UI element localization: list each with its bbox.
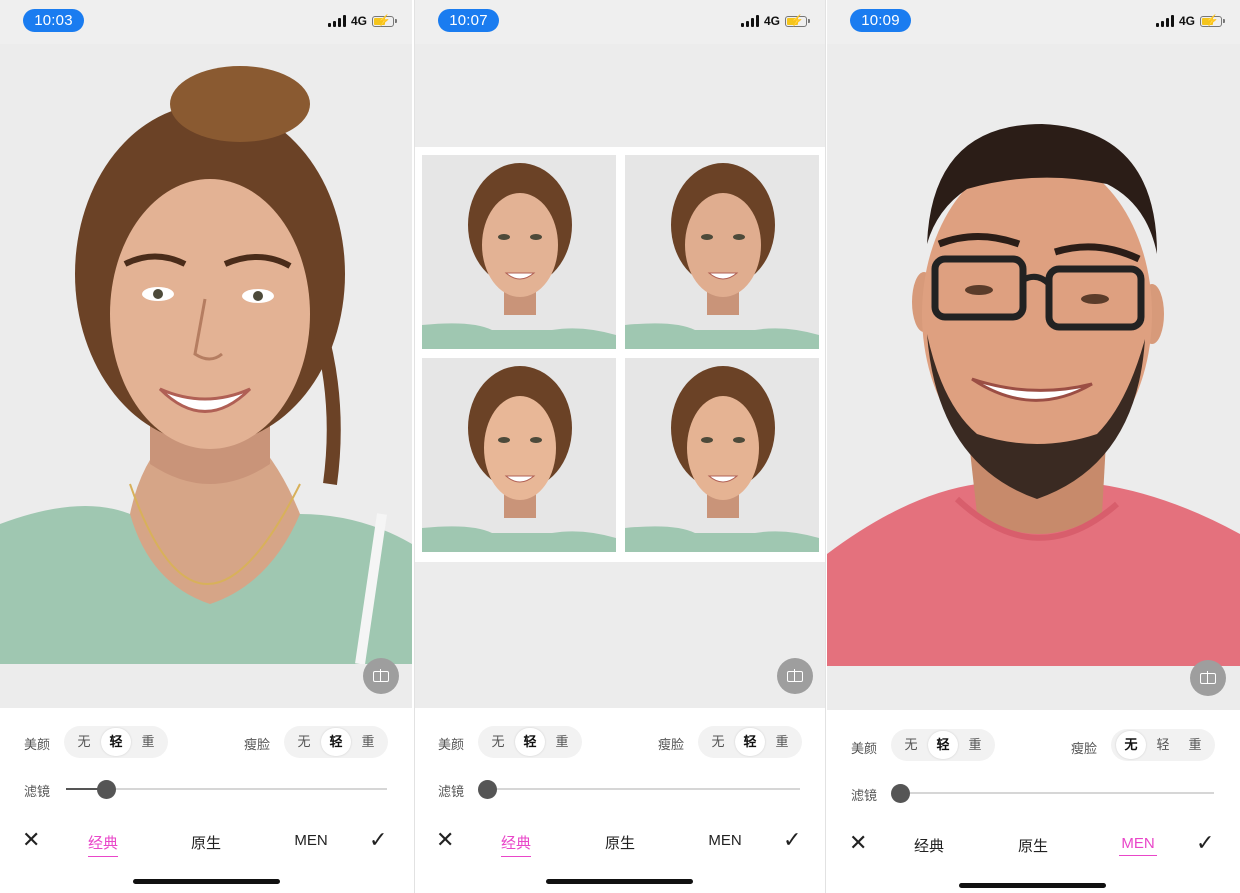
filter-label: 滤镜 (851, 788, 878, 803)
tab-native[interactable]: 原生 (1018, 835, 1048, 856)
beauty-label: 美颜 (851, 741, 878, 756)
slim-option-heavy[interactable]: 重 (353, 728, 383, 756)
filter-slider-thumb[interactable] (478, 780, 497, 799)
close-icon[interactable]: ✕ (849, 832, 867, 854)
battery-charging-icon: ⚡ (785, 15, 810, 27)
slim-option-heavy[interactable]: 重 (1180, 731, 1210, 759)
network-type: 4G (763, 14, 780, 28)
filter-slider-track[interactable] (479, 788, 800, 790)
woman-portrait-photo (0, 44, 412, 664)
slim-option-none[interactable]: 无 (289, 728, 319, 756)
tab-men[interactable]: MEN (292, 832, 330, 849)
screen-3: 10:09 4G ⚡ 美颜 无 轻 重 瘦脸 无 轻 重 滤镜 ✕ 经典 原生 … (827, 0, 1240, 893)
grid-photo-2[interactable] (625, 155, 819, 349)
network-type: 4G (1178, 14, 1195, 28)
beauty-option-heavy[interactable]: 重 (547, 728, 577, 756)
slim-face-label: 瘦脸 (1071, 741, 1098, 756)
slim-option-heavy[interactable]: 重 (767, 728, 797, 756)
slim-option-none[interactable]: 无 (703, 728, 733, 756)
slim-face-level-selector: 无 轻 重 (284, 726, 388, 758)
beauty-level-selector: 无 轻 重 (891, 729, 995, 761)
beauty-label: 美颜 (24, 737, 51, 752)
tab-classic[interactable]: 经典 (88, 832, 118, 857)
filter-slider-thumb[interactable] (97, 780, 116, 799)
beauty-controls: 美颜 无 轻 重 瘦脸 无 轻 重 滤镜 ✕ 经典 原生 MEN ✓ (0, 708, 412, 893)
status-indicators: 4G ⚡ (1155, 14, 1225, 28)
slim-option-light[interactable]: 轻 (1148, 731, 1178, 759)
grid-photo-3[interactable] (422, 358, 616, 552)
filter-label: 滤镜 (438, 784, 465, 799)
beauty-option-none[interactable]: 无 (69, 728, 99, 756)
battery-charging-icon: ⚡ (1200, 15, 1225, 27)
beauty-option-heavy[interactable]: 重 (960, 731, 990, 759)
beauty-controls: 美颜 无 轻 重 瘦脸 无 轻 重 滤镜 ✕ 经典 原生 MEN ✓ (415, 708, 825, 893)
compare-button[interactable] (1190, 660, 1226, 696)
screen-2: 10:07 4G ⚡ 美颜 无 轻 重 瘦脸 无 轻 重 滤镜 ✕ 经典 原生 … (414, 0, 826, 893)
slim-option-light[interactable]: 轻 (321, 728, 351, 756)
beauty-controls: 美颜 无 轻 重 瘦脸 无 轻 重 滤镜 ✕ 经典 原生 MEN ✓ (827, 710, 1240, 893)
filter-slider-track[interactable] (893, 792, 1214, 794)
man-portrait-photo (827, 44, 1240, 666)
screen-1: 10:03 4G ⚡ 美颜 无 轻 重 瘦脸 无 轻 重 滤镜 ✕ 经典 原生 … (0, 0, 412, 893)
status-time: 10:03 (23, 9, 84, 32)
check-icon[interactable]: ✓ (1196, 832, 1214, 854)
status-indicators: 4G ⚡ (740, 14, 810, 28)
close-icon[interactable]: ✕ (436, 829, 454, 851)
signal-icon (327, 15, 346, 27)
tab-men[interactable]: MEN (1119, 835, 1157, 856)
photo-preview (0, 44, 412, 708)
compare-icon (1200, 670, 1216, 684)
beauty-option-light[interactable]: 轻 (101, 728, 131, 756)
filter-slider-thumb[interactable] (891, 784, 910, 803)
home-indicator (959, 883, 1106, 888)
battery-charging-icon: ⚡ (372, 15, 397, 27)
status-bar: 10:09 4G ⚡ (827, 0, 1240, 44)
slim-face-level-selector: 无 轻 重 (698, 726, 802, 758)
compare-icon (373, 668, 389, 682)
close-icon[interactable]: ✕ (22, 829, 40, 851)
tab-classic[interactable]: 经典 (914, 835, 944, 856)
home-indicator (133, 879, 280, 884)
slim-face-level-selector: 无 轻 重 (1111, 729, 1215, 761)
slim-option-light[interactable]: 轻 (735, 728, 765, 756)
beauty-label: 美颜 (438, 737, 465, 752)
beauty-option-heavy[interactable]: 重 (133, 728, 163, 756)
filter-label: 滤镜 (24, 784, 51, 799)
tab-men[interactable]: MEN (706, 832, 744, 849)
status-time: 10:07 (438, 9, 499, 32)
slim-option-none[interactable]: 无 (1116, 731, 1146, 759)
beauty-level-selector: 无 轻 重 (64, 726, 168, 758)
tab-native[interactable]: 原生 (191, 832, 221, 853)
beauty-option-light[interactable]: 轻 (515, 728, 545, 756)
tab-native[interactable]: 原生 (605, 832, 635, 853)
signal-icon (740, 15, 759, 27)
status-indicators: 4G ⚡ (327, 14, 397, 28)
status-bar: 10:03 4G ⚡ (0, 0, 412, 44)
photo-preview (827, 44, 1240, 710)
check-icon[interactable]: ✓ (369, 829, 387, 851)
grid-photo-1[interactable] (422, 155, 616, 349)
slim-face-label: 瘦脸 (244, 737, 271, 752)
tab-classic[interactable]: 经典 (501, 832, 531, 857)
network-type: 4G (350, 14, 367, 28)
photo-preview (415, 44, 825, 708)
home-indicator (546, 879, 693, 884)
status-time: 10:09 (850, 9, 911, 32)
signal-icon (1155, 15, 1174, 27)
status-bar: 10:07 4G ⚡ (415, 0, 825, 44)
beauty-option-none[interactable]: 无 (896, 731, 926, 759)
beauty-level-selector: 无 轻 重 (478, 726, 582, 758)
compare-button[interactable] (777, 658, 813, 694)
compare-button[interactable] (363, 658, 399, 694)
slim-face-label: 瘦脸 (658, 737, 685, 752)
check-icon[interactable]: ✓ (783, 829, 801, 851)
beauty-option-none[interactable]: 无 (483, 728, 513, 756)
compare-icon (787, 668, 803, 682)
beauty-option-light[interactable]: 轻 (928, 731, 958, 759)
photo-grid (415, 147, 825, 562)
grid-photo-4[interactable] (625, 358, 819, 552)
